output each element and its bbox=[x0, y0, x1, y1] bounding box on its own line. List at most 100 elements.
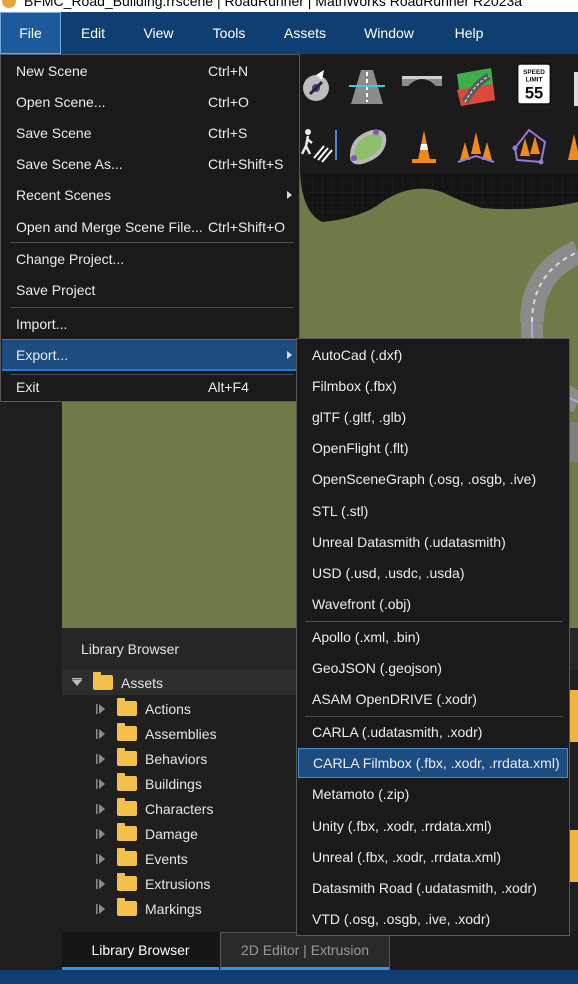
menu-window[interactable]: Window bbox=[344, 12, 434, 54]
menu-item-recent-scenes[interactable]: Recent Scenes bbox=[2, 180, 299, 210]
file-menu: New Scene Ctrl+N Open Scene... Ctrl+O Sa… bbox=[0, 54, 300, 402]
export-apollo[interactable]: Apollo (.xml, .bin) bbox=[298, 622, 568, 652]
export-unreal-datasmith[interactable]: Unreal Datasmith (.udatasmith) bbox=[298, 527, 568, 557]
tab-library-browser[interactable]: Library Browser bbox=[62, 932, 219, 970]
collapse-icon[interactable] bbox=[71, 677, 83, 689]
menu-item-save-scene[interactable]: Save Scene Ctrl+S bbox=[2, 118, 299, 148]
tree-node-label: Markings bbox=[145, 900, 202, 917]
tree-node-label: Behaviors bbox=[145, 750, 208, 767]
menu-item-shortcut: Ctrl+N bbox=[208, 63, 249, 79]
menu-item-import[interactable]: Import... bbox=[2, 309, 299, 339]
expand-icon[interactable] bbox=[95, 903, 107, 915]
asset-thumbnail bbox=[570, 690, 578, 742]
export-usd[interactable]: USD (.usd, .usdc, .usda) bbox=[298, 558, 568, 588]
library-browser-title: Library Browser bbox=[81, 641, 180, 657]
menu-separator bbox=[10, 307, 294, 308]
export-unity[interactable]: Unity (.fbx, .xodr, .rrdata.xml) bbox=[298, 811, 568, 841]
export-wavefront[interactable]: Wavefront (.obj) bbox=[298, 589, 568, 619]
export-autocad[interactable]: AutoCad (.dxf) bbox=[298, 340, 568, 370]
tree-node-label: Damage bbox=[145, 825, 198, 842]
road-styles-icon[interactable] bbox=[453, 64, 497, 108]
menu-item-new-scene[interactable]: New Scene Ctrl+N bbox=[2, 56, 299, 86]
menu-item-save-project[interactable]: Save Project bbox=[2, 275, 299, 305]
folder-icon bbox=[117, 898, 137, 916]
tree-node-assemblies[interactable]: Assemblies bbox=[95, 721, 217, 746]
tree-node-buildings[interactable]: Buildings bbox=[95, 771, 202, 796]
export-stl[interactable]: STL (.stl) bbox=[298, 496, 568, 526]
menu-separator bbox=[10, 242, 294, 243]
folder-icon bbox=[117, 773, 137, 791]
export-asam-opendrive[interactable]: ASAM OpenDRIVE (.xodr) bbox=[298, 684, 568, 714]
menu-item-open-and-merge[interactable]: Open and Merge Scene File... Ctrl+Shift+… bbox=[2, 212, 299, 242]
export-vtd[interactable]: VTD (.osg, .osgb, .ive, .xodr) bbox=[298, 904, 568, 934]
menu-item-label: Save Scene bbox=[16, 125, 92, 141]
tree-node-label: Characters bbox=[145, 800, 214, 817]
menu-edit[interactable]: Edit bbox=[61, 12, 125, 54]
crosswalk-tool-icon[interactable] bbox=[294, 124, 338, 168]
tree-node-actions[interactable]: Actions bbox=[95, 696, 191, 721]
menu-item-export[interactable]: Export... bbox=[2, 339, 299, 371]
expand-icon[interactable] bbox=[95, 803, 107, 815]
tree-node-markings[interactable]: Markings bbox=[95, 896, 202, 921]
submenu-arrow-icon bbox=[287, 191, 292, 199]
toolbar-separator bbox=[335, 130, 337, 160]
cone-icon[interactable] bbox=[402, 124, 446, 168]
tree-node-assets[interactable]: Assets bbox=[62, 670, 296, 695]
tree-node-extrusions[interactable]: Extrusions bbox=[95, 871, 210, 896]
speed-limit-sign-icon[interactable]: SPEED LIMIT 55 bbox=[512, 62, 556, 106]
menu-item-label: CARLA Filmbox (.fbx, .xodr, .rrdata.xml) bbox=[313, 755, 560, 771]
road-tool-icon[interactable] bbox=[345, 64, 389, 108]
menu-item-shortcut: Alt+F4 bbox=[208, 379, 249, 395]
surface-tool-icon[interactable] bbox=[346, 124, 390, 168]
tree-node-events[interactable]: Events bbox=[95, 846, 188, 871]
expand-icon[interactable] bbox=[95, 728, 107, 740]
menu-item-exit[interactable]: Exit Alt+F4 bbox=[2, 372, 299, 402]
expand-icon[interactable] bbox=[95, 853, 107, 865]
title-bar: BFMC_Road_Building.rrscene | RoadRunner … bbox=[0, 0, 578, 12]
export-unreal[interactable]: Unreal (.fbx, .xodr, .rrdata.xml) bbox=[298, 842, 568, 872]
tree-node-behaviors[interactable]: Behaviors bbox=[95, 746, 207, 771]
menu-item-label: Change Project... bbox=[16, 251, 125, 267]
menu-item-label: USD (.usd, .usdc, .usda) bbox=[312, 565, 465, 581]
menu-file[interactable]: File bbox=[0, 12, 61, 54]
cone-partial-icon[interactable] bbox=[558, 124, 578, 168]
bridge-tool-icon[interactable] bbox=[400, 64, 444, 108]
menu-help[interactable]: Help bbox=[434, 12, 504, 54]
menu-view[interactable]: View bbox=[125, 12, 192, 54]
menu-assets[interactable]: Assets bbox=[266, 12, 344, 54]
export-carla-filmbox[interactable]: CARLA Filmbox (.fbx, .xodr, .rrdata.xml) bbox=[298, 748, 568, 778]
folder-icon bbox=[117, 848, 137, 866]
tree-node-characters[interactable]: Characters bbox=[95, 796, 213, 821]
submenu-arrow-icon bbox=[287, 351, 292, 359]
menu-item-label: Exit bbox=[16, 379, 40, 395]
tree-node-label: Events bbox=[145, 850, 188, 867]
expand-icon[interactable] bbox=[95, 878, 107, 890]
export-datasmith-road[interactable]: Datasmith Road (.udatasmith, .xodr) bbox=[298, 873, 568, 903]
expand-icon[interactable] bbox=[95, 778, 107, 790]
expand-icon[interactable] bbox=[95, 753, 107, 765]
folder-icon bbox=[93, 672, 113, 690]
export-openflight[interactable]: OpenFlight (.flt) bbox=[298, 433, 568, 463]
cone-polygon-icon[interactable] bbox=[507, 124, 551, 168]
menu-item-save-scene-as[interactable]: Save Scene As... Ctrl+Shift+S bbox=[2, 149, 299, 179]
export-geojson[interactable]: GeoJSON (.geojson) bbox=[298, 653, 568, 683]
menu-item-label: Metamoto (.zip) bbox=[312, 786, 410, 802]
lane-tool-icon[interactable] bbox=[298, 64, 342, 108]
tree-node-damage[interactable]: Damage bbox=[95, 821, 198, 846]
menu-item-change-project[interactable]: Change Project... bbox=[2, 244, 299, 274]
menu-tools[interactable]: Tools bbox=[192, 12, 266, 54]
speed-sign-line1: SPEED bbox=[523, 69, 545, 76]
cone-group-icon[interactable] bbox=[454, 124, 498, 168]
tab-2d-editor-extrusion[interactable]: 2D Editor | Extrusion bbox=[220, 932, 390, 970]
status-bar bbox=[0, 970, 578, 984]
export-metamoto[interactable]: Metamoto (.zip) bbox=[298, 779, 568, 809]
export-submenu: AutoCad (.dxf) Filmbox (.fbx) glTF (.glt… bbox=[296, 338, 570, 936]
export-openscenegraph[interactable]: OpenSceneGraph (.osg, .osgb, .ive) bbox=[298, 464, 568, 494]
export-filmbox[interactable]: Filmbox (.fbx) bbox=[298, 371, 568, 401]
expand-icon[interactable] bbox=[95, 703, 107, 715]
export-gltf[interactable]: glTF (.gltf, .glb) bbox=[298, 402, 568, 432]
expand-icon[interactable] bbox=[95, 828, 107, 840]
menu-item-label: ASAM OpenDRIVE (.xodr) bbox=[312, 691, 477, 707]
export-carla[interactable]: CARLA (.udatasmith, .xodr) bbox=[298, 717, 568, 747]
menu-item-open-scene[interactable]: Open Scene... Ctrl+O bbox=[2, 87, 299, 117]
